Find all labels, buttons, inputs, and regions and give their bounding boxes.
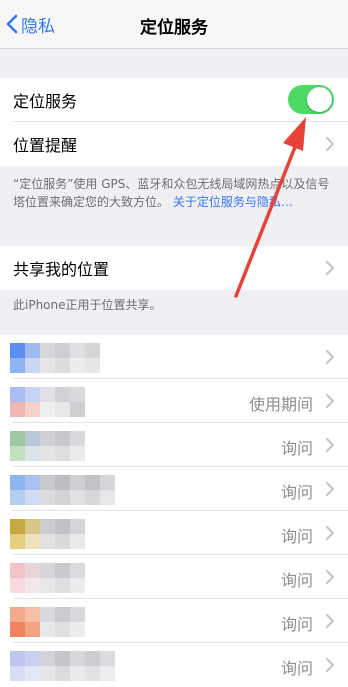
app-row[interactable]: 询问 (0, 555, 348, 599)
pixelated-app-name (10, 343, 100, 373)
pixelated-app-name (10, 607, 85, 637)
pixelated-app-name (10, 563, 85, 593)
chevron-right-icon (326, 614, 334, 628)
location-alerts-row[interactable]: 位置提醒 (0, 122, 348, 166)
share-footnote: 此iPhone正用于位置共享。 (13, 298, 162, 312)
pixelated-app-name (10, 519, 85, 549)
share-location-row[interactable]: 共享我的位置 (0, 246, 348, 290)
app-status: 询问 (280, 571, 313, 590)
app-status: 询问 (280, 659, 313, 678)
share-group: 共享我的位置 (0, 246, 348, 290)
app-row[interactable]: 询问 (0, 599, 348, 643)
chevron-right-icon (326, 350, 334, 364)
location-footnote: “定位服务”使用 GPS、蓝牙和众包无线局域网热点以及信号塔位置来确定您的大致方… (13, 175, 338, 211)
pixelated-app-name (10, 387, 85, 417)
toggle-knob (307, 87, 332, 112)
pixelated-app-name (10, 431, 85, 461)
chevron-right-icon (326, 261, 334, 275)
app-row[interactable]: 询问 (0, 423, 348, 467)
location-services-row: 定位服务 (0, 78, 348, 122)
app-status: 使用期间 (248, 395, 313, 414)
chevron-right-icon (326, 658, 334, 672)
location-group: 定位服务 位置提醒 (0, 78, 348, 166)
app-row[interactable]: 使用期间 (0, 379, 348, 423)
navigation-bar: 隐私 定位服务 (0, 0, 348, 49)
location-services-toggle[interactable] (288, 85, 334, 114)
app-status: 询问 (280, 615, 313, 634)
app-row[interactable] (0, 335, 348, 379)
pixelated-app-name (10, 475, 115, 505)
app-row[interactable]: 询问 (0, 643, 348, 687)
location-services-label: 定位服务 (13, 92, 78, 111)
chevron-right-icon (326, 482, 334, 496)
app-status: 询问 (280, 483, 313, 502)
chevron-right-icon (326, 526, 334, 540)
app-row[interactable]: 询问 (0, 511, 348, 555)
pixelated-app-name (10, 651, 115, 681)
page-title: 定位服务 (140, 18, 208, 38)
share-location-label: 共享我的位置 (13, 260, 110, 279)
privacy-link[interactable]: 关于定位服务与隐私… (173, 195, 293, 209)
chevron-right-icon (326, 394, 334, 408)
app-status: 询问 (280, 439, 313, 458)
chevron-right-icon (326, 438, 334, 452)
chevron-right-icon (326, 570, 334, 584)
location-alerts-label: 位置提醒 (13, 136, 78, 155)
chevron-right-icon (326, 137, 334, 151)
app-row[interactable]: 询问 (0, 467, 348, 511)
app-list: 使用期间 询问 询问 询问 询问 询问 询问 (0, 335, 348, 687)
app-status: 询问 (280, 527, 313, 546)
